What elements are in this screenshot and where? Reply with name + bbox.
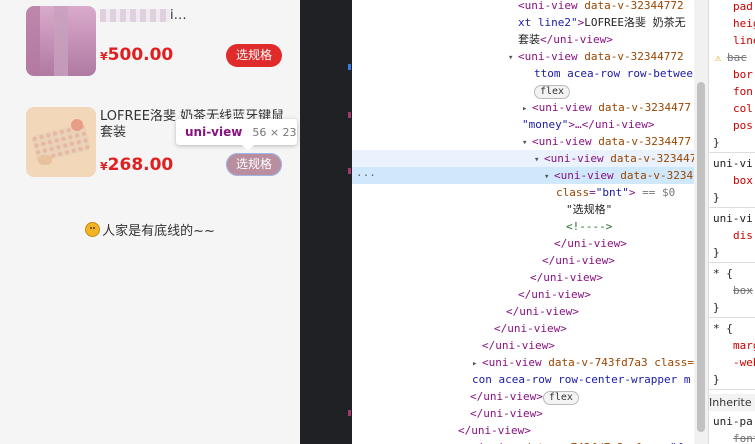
select-spec-button[interactable]: 选规格: [226, 44, 282, 67]
style-rule-line[interactable]: font: [709, 430, 755, 444]
dom-node-line[interactable]: class="bnt"> == $0: [352, 184, 694, 201]
scrollbar-thumb[interactable]: [697, 82, 705, 432]
dom-node-line[interactable]: </uni-view>: [352, 320, 694, 337]
style-rule-line[interactable]: pad: [709, 0, 755, 15]
flex-badge[interactable]: flex: [542, 391, 579, 405]
blurred-title: [100, 9, 170, 22]
product-card[interactable]: i… ¥500.00 选规格: [26, 6, 296, 76]
elements-scrollbar[interactable]: [694, 0, 708, 444]
flex-badge[interactable]: flex: [534, 85, 571, 99]
app-preview: i… ¥500.00 选规格 LOFREE洛斐 奶茶无线蓝牙键鼠 套装 ¥268…: [0, 0, 300, 444]
warning-icon: ⚠: [715, 53, 722, 64]
dom-node-line[interactable]: ▾ <uni-view data-v-323447: [352, 150, 694, 167]
product-image[interactable]: [26, 6, 96, 76]
dom-node-line[interactable]: </uni-view>: [352, 303, 694, 320]
dom-node-line[interactable]: xt line2">LOFREE洛斐 奶茶无: [352, 14, 694, 31]
style-rule-line[interactable]: marg: [709, 337, 755, 354]
style-rule-line[interactable]: ⚠ bac: [709, 49, 755, 66]
style-rule-line[interactable]: }: [709, 189, 755, 206]
style-rule-line[interactable]: col: [709, 100, 755, 117]
sad-face-icon: [85, 222, 101, 237]
dom-node-line[interactable]: ttom acea-row row-between-wr: [352, 65, 694, 82]
dom-node-line[interactable]: 套装</uni-view>: [352, 31, 694, 48]
style-rule-line[interactable]: }: [709, 244, 755, 261]
dom-node-line[interactable]: ▾ <uni-view data-v-3234 ···: [352, 167, 694, 184]
dom-node-line[interactable]: </uni-view>: [352, 286, 694, 303]
dom-node-line[interactable]: <uni-view data-v-32344772: [352, 0, 694, 14]
style-rule-line[interactable]: heig: [709, 15, 755, 32]
dom-node-line[interactable]: ▸ <uni-view data-v-743fd7a3 class=: [352, 354, 694, 371]
inherited-header: Inherite: [709, 394, 755, 411]
product-price: ¥268.00: [100, 155, 174, 175]
style-rule-line[interactable]: }: [709, 371, 755, 388]
dom-node-line[interactable]: </uni-view>: [352, 235, 694, 252]
style-rule-line[interactable]: * {: [709, 265, 755, 282]
product-price: ¥500.00: [100, 45, 174, 65]
style-rule-line[interactable]: uni-vi: [709, 155, 755, 172]
dom-node-line[interactable]: con acea-row row-center-wrapper m: [352, 371, 694, 388]
dom-node-line[interactable]: </uni-view>: [352, 252, 694, 269]
style-rule-line[interactable]: bor: [709, 66, 755, 83]
style-rule-line[interactable]: }: [709, 134, 755, 151]
dom-node-line[interactable]: "money">…</uni-view>: [352, 116, 694, 133]
product-title: i…: [100, 8, 296, 24]
style-rule-line[interactable]: uni-pa: [709, 413, 755, 430]
dom-node-line[interactable]: </uni-view>: [352, 422, 694, 439]
style-rule-line[interactable]: box: [709, 172, 755, 189]
style-rule-line[interactable]: line: [709, 32, 755, 49]
node-actions-ellipsis-icon[interactable]: ···: [356, 167, 376, 184]
dom-node-line[interactable]: </uni-view>: [352, 337, 694, 354]
styles-panel[interactable]: padheigline⚠bacborfoncolpos}uni-vibox}un…: [708, 0, 755, 444]
dom-node-line[interactable]: "选规格": [352, 201, 694, 218]
select-spec-button[interactable]: 选规格: [226, 153, 282, 176]
dom-node-line[interactable]: </uni-view>: [352, 405, 694, 422]
editor-gutter: [300, 0, 352, 444]
dom-node-line[interactable]: ▸<uni-view data-v-743fd7a3 class="fo: [352, 439, 694, 444]
dom-node-line[interactable]: </uni-view> flex: [352, 388, 694, 405]
style-rule-line[interactable]: -web: [709, 354, 755, 371]
dom-node-line[interactable]: </uni-view>: [352, 269, 694, 286]
style-rule-line[interactable]: uni-vi: [709, 210, 755, 227]
dom-node-line[interactable]: ▾ <uni-view data-v-32344772: [352, 48, 694, 65]
style-rule-line[interactable]: dis: [709, 227, 755, 244]
dom-node-line[interactable]: ▸ <uni-view data-v-3234477: [352, 99, 694, 116]
dom-node-line[interactable]: <!---->: [352, 218, 694, 235]
style-rule-line[interactable]: pos: [709, 117, 755, 134]
style-rule-line[interactable]: fon: [709, 83, 755, 100]
dom-node-line[interactable]: ▾ <uni-view data-v-3234477: [352, 133, 694, 150]
product-image[interactable]: [26, 107, 96, 177]
end-of-list: 人家是有底线的~~: [0, 220, 300, 239]
dom-node-line[interactable]: flex: [352, 82, 694, 99]
style-rule-line[interactable]: * {: [709, 320, 755, 337]
style-rule-line[interactable]: }: [709, 299, 755, 316]
inspect-tooltip: uni-view 56 × 23: [176, 119, 297, 151]
style-rule-line[interactable]: box: [709, 282, 755, 299]
elements-panel[interactable]: <uni-view data-v-32344772 xt line2">LOFRE…: [352, 0, 694, 444]
